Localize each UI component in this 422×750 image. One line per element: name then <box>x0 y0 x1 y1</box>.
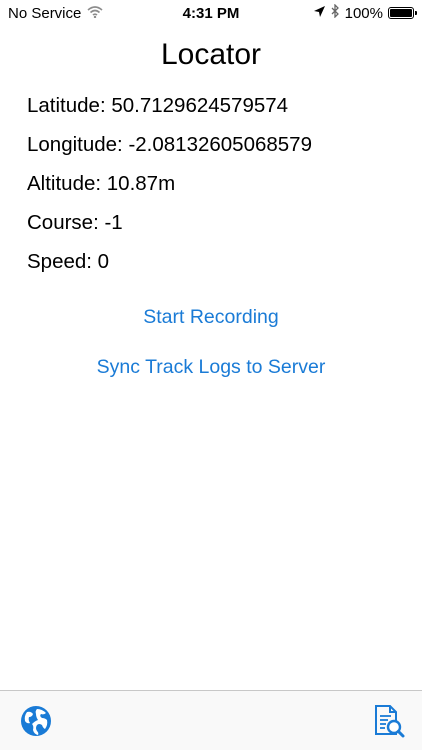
altitude-readout: Altitude: 10.87m <box>27 172 176 195</box>
status-right: 100% <box>313 3 417 22</box>
page-title: Locator <box>160 38 262 71</box>
longitude-readout: Longitude: -2.08132605068579 <box>27 133 312 156</box>
start-recording-button[interactable]: Start Recording <box>0 306 422 329</box>
bluetooth-icon <box>331 3 340 22</box>
course-readout: Course: -1 <box>27 211 123 234</box>
latitude-readout: Latitude: 50.7129624579574 <box>27 94 289 117</box>
globe-icon[interactable] <box>18 703 54 739</box>
battery-icon <box>388 7 417 19</box>
tab-bar <box>0 690 422 750</box>
sync-track-logs-button[interactable]: Sync Track Logs to Server <box>0 356 422 379</box>
log-search-icon[interactable] <box>370 703 406 739</box>
location-readouts: Latitude: 50.7129624579574 Longitude: -2… <box>27 92 312 287</box>
locator-screen: No Service 4:31 PM 100% Locator Latitude… <box>0 0 422 750</box>
location-arrow-icon <box>313 5 326 22</box>
status-bar: No Service 4:31 PM 100% <box>0 0 422 28</box>
battery-percent: 100% <box>344 4 383 22</box>
speed-readout: Speed: 0 <box>27 250 110 273</box>
